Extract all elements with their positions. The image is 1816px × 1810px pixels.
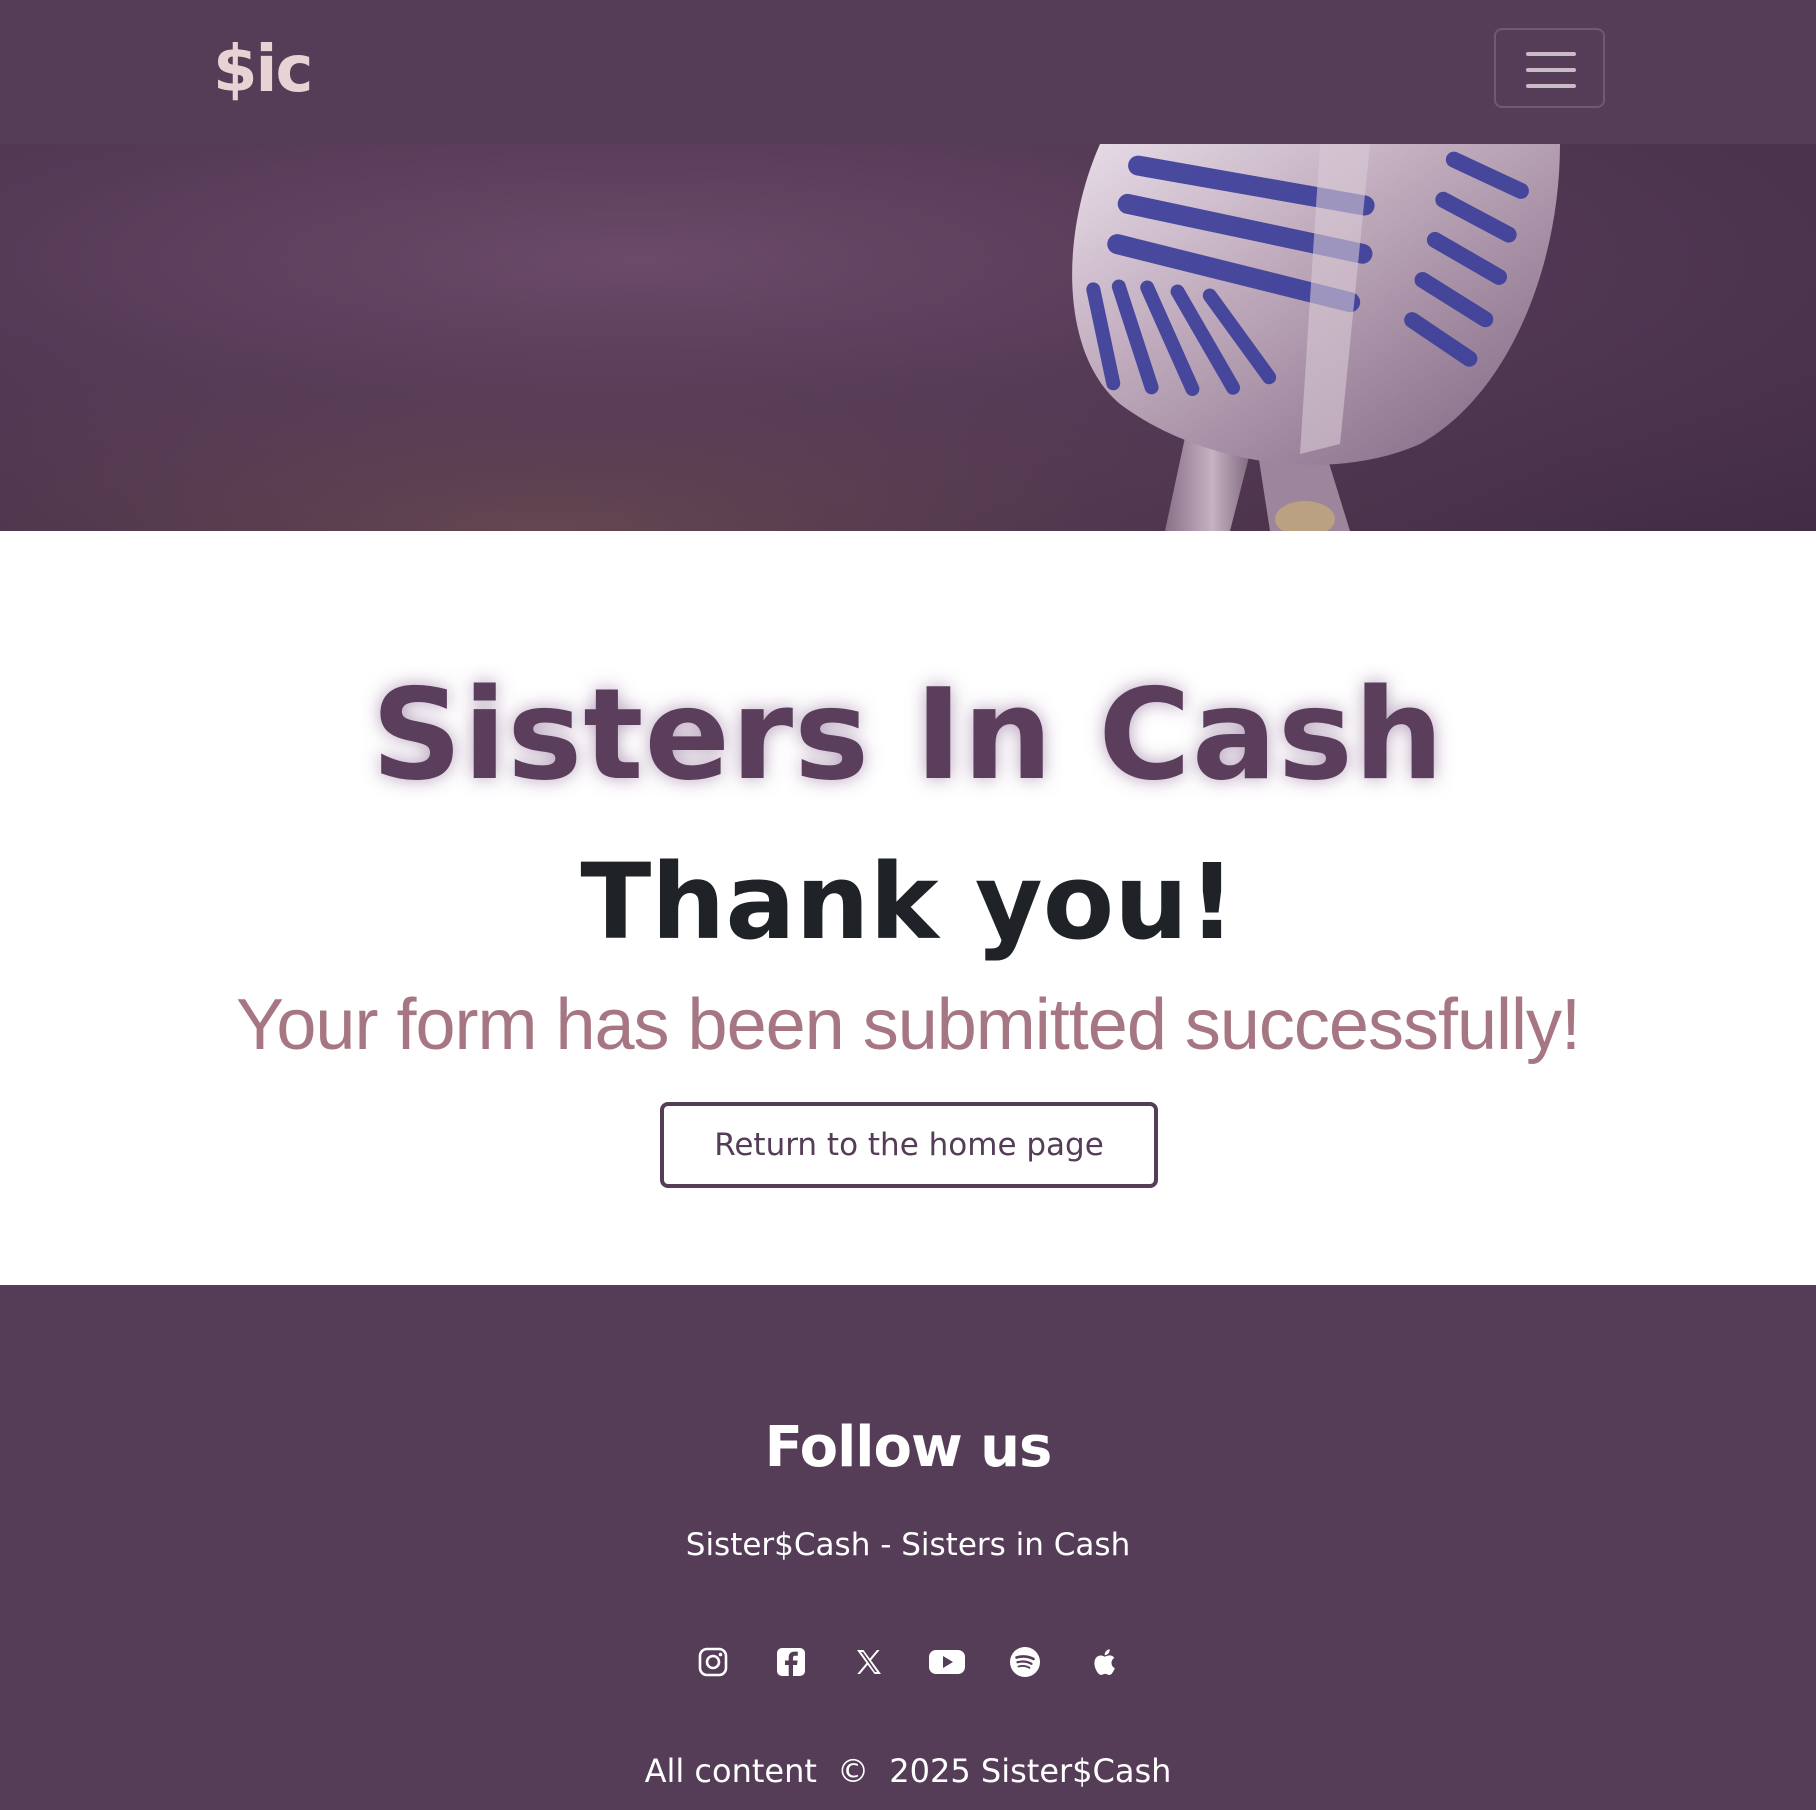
copyright-icon: © [837, 1752, 870, 1790]
spotify-icon[interactable] [986, 1640, 1064, 1684]
footer: Follow us Sister$Cash - Sisters in Cash [0, 1285, 1816, 1810]
apple-icon[interactable] [1064, 1640, 1142, 1684]
page-title: Sisters In Cash [371, 661, 1445, 808]
hero-banner [0, 144, 1816, 531]
copyright-prefix: All content [644, 1752, 817, 1790]
thank-you-heading: Thank you! [580, 841, 1236, 963]
social-links [0, 1640, 1816, 1684]
success-message: Your form has been submitted successfull… [235, 985, 1581, 1065]
youtube-icon[interactable] [908, 1640, 986, 1684]
footer-title: Follow us [764, 1415, 1053, 1480]
navbar: $ic [0, 0, 1816, 144]
return-home-button[interactable]: Return to the home page [660, 1102, 1158, 1188]
instagram-icon[interactable] [674, 1640, 752, 1684]
hamburger-menu-icon [1526, 52, 1576, 56]
x-twitter-icon[interactable] [830, 1640, 908, 1684]
navbar-toggle-button[interactable] [1494, 28, 1605, 108]
microphone-photo [0, 144, 1816, 531]
brand-logo[interactable]: $ic [213, 30, 313, 110]
copyright-line: All content © 2025 Sister$Cash [0, 1751, 1816, 1791]
footer-subtitle: Sister$Cash - Sisters in Cash [685, 1527, 1131, 1563]
copyright-suffix: 2025 Sister$Cash [889, 1752, 1172, 1790]
facebook-icon[interactable] [752, 1640, 830, 1684]
